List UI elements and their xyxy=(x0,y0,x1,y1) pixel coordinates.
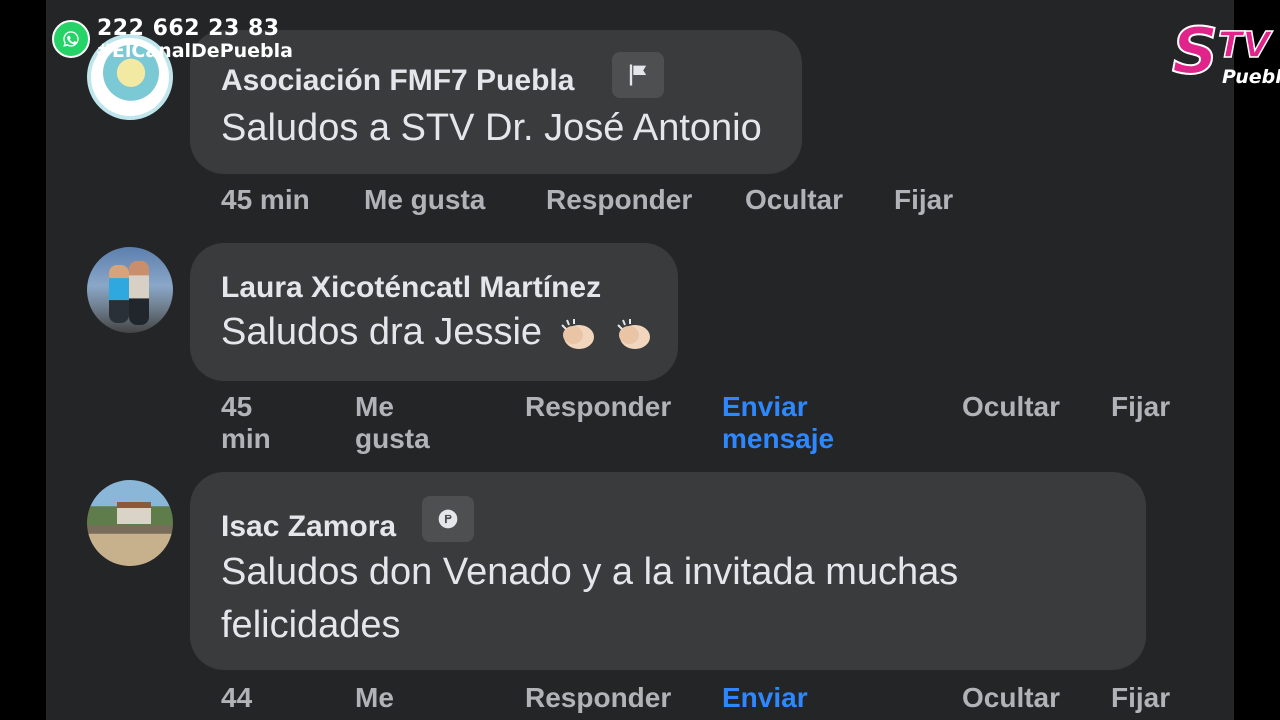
comment-author[interactable]: Isac Zamora xyxy=(221,510,396,544)
avatar[interactable] xyxy=(87,480,173,566)
clapping-hands-icon xyxy=(560,318,594,349)
avatar[interactable] xyxy=(87,247,173,333)
send-message-button[interactable]: Enviar mensaje xyxy=(722,391,834,455)
send-message-line2: mensaje xyxy=(722,423,835,454)
pin-button[interactable]: Fijar xyxy=(1111,682,1170,714)
pin-button[interactable]: Fijar xyxy=(1111,391,1170,423)
like-button[interactable]: Me gusta xyxy=(364,184,485,216)
like-button[interactable]: Me xyxy=(355,682,394,714)
comment-text: Saludos a STV Dr. José Antonio xyxy=(221,107,762,149)
like-button[interactable]: Me gusta xyxy=(355,391,430,455)
flag-icon xyxy=(612,52,664,98)
reply-button[interactable]: Responder xyxy=(525,391,671,423)
comment-text-row: Saludos dra Jessie xyxy=(221,306,655,359)
hide-button[interactable]: Ocultar xyxy=(962,391,1060,423)
comment-time[interactable]: 45 min xyxy=(221,184,310,216)
comment-text-line1: Saludos don Venado y a la invitada mucha… xyxy=(221,551,959,593)
whatsapp-icon xyxy=(52,20,90,58)
time-unit: min xyxy=(221,423,271,454)
comment-text: Saludos dra Jessie xyxy=(221,311,543,353)
comment-text-line2: felicidades xyxy=(221,604,401,646)
channel-hashtag: #ElCanalDePuebla xyxy=(96,40,293,62)
comment-time[interactable]: 44 xyxy=(221,682,252,714)
send-message-button[interactable]: Enviar xyxy=(722,682,808,714)
top-fan-icon xyxy=(422,496,474,542)
comment-time[interactable]: 45 min xyxy=(221,391,271,455)
comment-author[interactable]: Laura Xicoténcatl Martínez xyxy=(221,271,601,305)
logo-letter: S xyxy=(1171,15,1219,89)
logo-city: Puebla xyxy=(1222,66,1280,88)
pin-button[interactable]: Fijar xyxy=(894,184,953,216)
hide-button[interactable]: Ocultar xyxy=(962,682,1060,714)
clapping-hands-icon xyxy=(617,318,651,349)
logo-tv: TV xyxy=(1217,25,1271,66)
reply-button[interactable]: Responder xyxy=(546,184,692,216)
like-label-line1: Me xyxy=(355,391,394,422)
hide-button[interactable]: Ocultar xyxy=(745,184,843,216)
reply-button[interactable]: Responder xyxy=(525,682,671,714)
phone-number: 222 662 23 83 xyxy=(97,16,280,41)
stv-puebla-logo: S TV Puebla xyxy=(1171,19,1280,92)
comment-author[interactable]: Asociación FMF7 Puebla xyxy=(221,64,574,98)
time-value: 45 xyxy=(221,391,253,422)
like-label-line2: gusta xyxy=(355,423,430,454)
send-message-line1: Enviar xyxy=(722,391,808,422)
comment-text: Saludos don Venado y a la invitada mucha… xyxy=(221,546,958,652)
